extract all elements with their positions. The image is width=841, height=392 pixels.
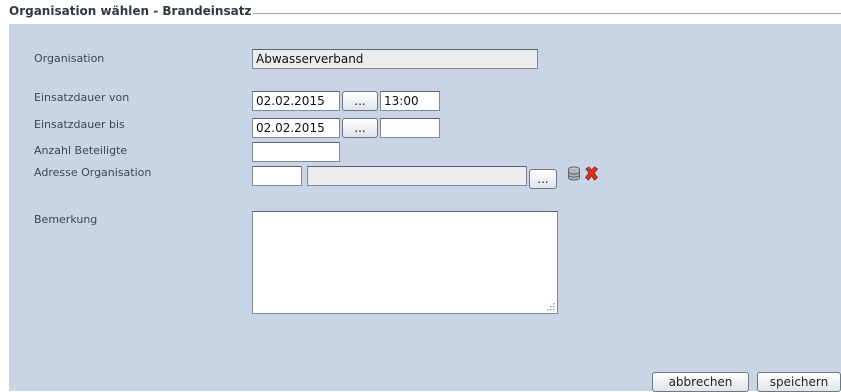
resize-grip-icon[interactable] bbox=[545, 301, 555, 311]
adresse-label: Adresse Organisation bbox=[34, 166, 152, 179]
bemerkung-label: Bemerkung bbox=[34, 213, 98, 226]
form-title: Organisation wählen - Brandeinsatz bbox=[9, 4, 254, 18]
adresse-lookup-button[interactable]: ... bbox=[529, 169, 557, 189]
cancel-button[interactable]: abbrechen bbox=[652, 372, 749, 392]
database-icon[interactable] bbox=[567, 166, 581, 182]
bemerkung-textarea[interactable] bbox=[252, 211, 558, 314]
adresse-code-input[interactable] bbox=[252, 166, 302, 186]
einsatz-bis-label: Einsatzdauer bis bbox=[34, 118, 125, 131]
einsatz-bis-date-picker-button[interactable]: ... bbox=[342, 118, 378, 138]
einsatz-bis-date-input[interactable]: 02.02.2015 bbox=[252, 118, 340, 138]
organisation-label: Organisation bbox=[34, 52, 105, 65]
einsatz-von-date-input[interactable]: 02.02.2015 bbox=[252, 91, 340, 111]
einsatz-von-label: Einsatzdauer von bbox=[34, 91, 130, 104]
anzahl-label: Anzahl Beteiligte bbox=[34, 144, 128, 157]
adresse-text-field[interactable] bbox=[307, 166, 527, 186]
save-button[interactable]: speichern bbox=[757, 372, 841, 392]
anzahl-input[interactable] bbox=[252, 142, 340, 162]
organisation-field[interactable]: Abwasserverband bbox=[252, 49, 538, 69]
form-panel: Organisation Abwasserverband Einsatzdaue… bbox=[9, 24, 841, 392]
delete-x-icon[interactable] bbox=[584, 166, 599, 181]
einsatz-von-time-input[interactable]: 13:00 bbox=[380, 91, 440, 111]
einsatz-von-date-picker-button[interactable]: ... bbox=[342, 91, 378, 111]
einsatz-bis-time-input[interactable] bbox=[380, 118, 440, 138]
